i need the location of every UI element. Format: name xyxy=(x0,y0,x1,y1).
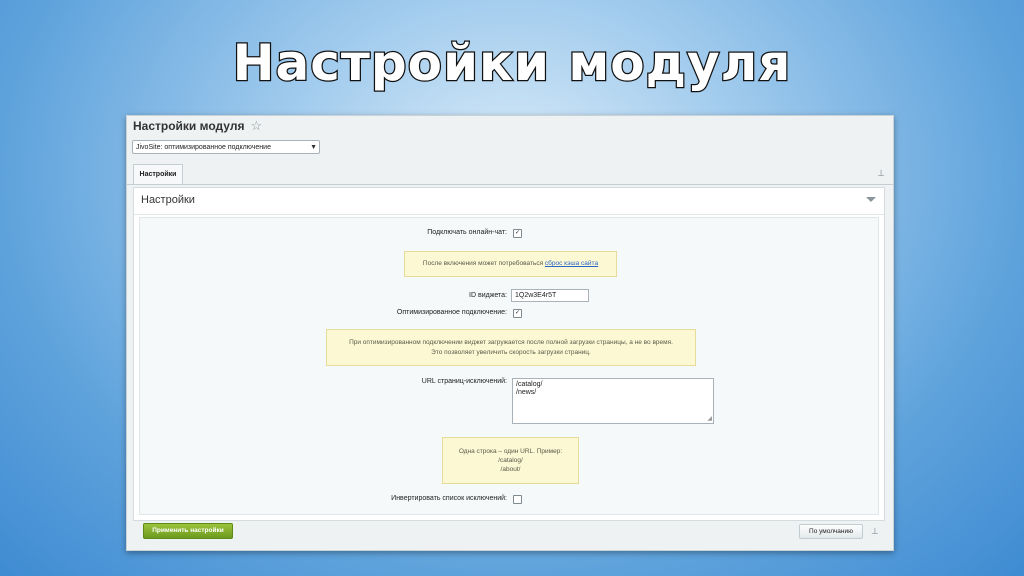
exclusions-textarea[interactable]: /catalog/ /news/ ◢ xyxy=(512,378,714,424)
window-title: Настройки модуля xyxy=(133,119,245,133)
chevron-down-icon: ▼ xyxy=(310,144,317,151)
exclusions-note-line1: Одна строка – один URL. Пример: xyxy=(458,448,563,455)
optimized-checkbox[interactable]: ✓ xyxy=(513,309,522,318)
cache-note: После включения может потребоваться сбро… xyxy=(404,251,617,277)
exclusions-note: Одна строка – один URL. Пример: /catalog… xyxy=(442,437,579,484)
cache-reset-link[interactable]: сброс кэша сайта xyxy=(545,260,598,267)
tab-bar: Настройки ⊥ xyxy=(127,164,893,185)
exclusions-label: URL страниц-исключений: xyxy=(421,378,507,385)
exclusions-note-line3: /about/ xyxy=(500,466,521,473)
default-button[interactable]: По умолчанию xyxy=(799,524,863,539)
optimized-note-line1: При оптимизированном подключении виджет … xyxy=(349,339,673,346)
settings-form: Подключать онлайн-чат: ✓ После включения… xyxy=(139,217,879,515)
apply-settings-button[interactable]: Применить настройки xyxy=(143,523,233,539)
tab-settings-label: Настройки xyxy=(139,171,177,178)
module-select[interactable]: JivoSite: оптимизированное подключение ▼ xyxy=(132,140,320,154)
optimized-label: Оптимизированное подключение: xyxy=(396,309,507,316)
pin-icon[interactable]: ⊥ xyxy=(871,526,879,537)
widget-id-input[interactable]: 1Q2w3E4r5T xyxy=(511,289,589,302)
window-title-row: Настройки модуля ☆ xyxy=(133,118,262,134)
invert-label: Инвертировать список исключений: xyxy=(391,495,507,502)
exclusions-line: /catalog/ xyxy=(516,381,543,388)
checkmark-icon: ✓ xyxy=(514,310,521,316)
online-chat-label: Подключать онлайн-чат: xyxy=(427,229,507,236)
checkmark-icon: ✓ xyxy=(514,230,521,236)
settings-panel: Настройки Подключать онлайн-чат: ✓ После… xyxy=(133,187,885,521)
module-select-value: JivoSite: оптимизированное подключение xyxy=(136,144,271,151)
slide-title: Настройки модуля xyxy=(231,33,792,94)
optimized-note: При оптимизированном подключении виджет … xyxy=(326,329,696,366)
exclusions-line: /news/ xyxy=(516,389,537,396)
invert-checkbox[interactable] xyxy=(513,495,522,504)
optimized-note-line2: Это позволяет увеличить скорость загрузк… xyxy=(431,349,591,356)
resize-grip-icon[interactable]: ◢ xyxy=(707,415,712,422)
panel-divider xyxy=(134,214,884,215)
widget-id-label: ID виджета: xyxy=(469,292,507,299)
cache-note-text: После включения может потребоваться xyxy=(422,260,544,267)
star-icon[interactable]: ☆ xyxy=(250,118,262,133)
exclusions-note-line2: /catalog/ xyxy=(498,457,523,464)
tab-settings[interactable]: Настройки xyxy=(133,164,183,184)
pin-icon[interactable]: ⊥ xyxy=(877,168,885,179)
collapse-icon[interactable] xyxy=(866,197,876,202)
online-chat-checkbox[interactable]: ✓ xyxy=(513,229,522,238)
settings-window: Настройки модуля ☆ JivoSite: оптимизирова… xyxy=(126,115,894,551)
panel-title: Настройки xyxy=(141,194,195,206)
